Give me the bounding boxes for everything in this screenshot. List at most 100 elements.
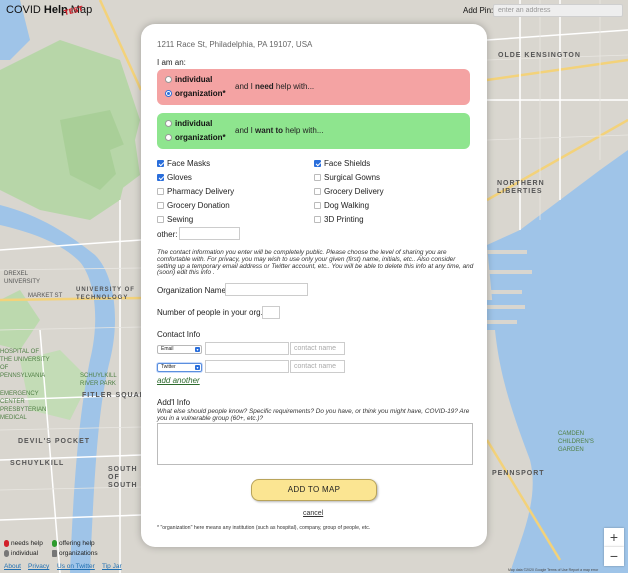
individual-pin-icon <box>4 550 9 557</box>
checkbox-grocery-delivery[interactable]: Grocery Delivery <box>314 187 384 196</box>
checkbox-label: Surgical Gowns <box>324 173 381 182</box>
add-pin-label: Add Pin: <box>463 6 494 15</box>
map-label-devils-pocket: DEVIL'S POCKET <box>18 438 91 445</box>
contact-info-label: Contact Info <box>157 330 201 339</box>
checkbox-label: Grocery Donation <box>167 201 230 210</box>
app-logo[interactable]: COVID Help Map TEST <box>6 4 92 17</box>
need-individual-option[interactable]: individual <box>165 75 212 84</box>
radio-need-organization[interactable] <box>165 90 172 97</box>
privacy-notice: The contact information you enter will b… <box>157 249 474 277</box>
map-label-drexel: Drexel University <box>4 271 41 285</box>
privacy-link[interactable]: Privacy <box>28 563 49 570</box>
map-label-olde-kensington: OLDE KENSINGTON <box>498 52 581 59</box>
map-attribution: Map data ©2020 Google Terms of Use Repor… <box>508 568 599 572</box>
want-organization-label: organization* <box>175 133 226 142</box>
zoom-in-button[interactable]: + <box>604 528 624 547</box>
contact-type-select-2[interactable]: Twitter ▾ <box>157 363 202 372</box>
want-help-phrase: and I want to help with... <box>235 126 323 135</box>
checkbox-dog-walking[interactable]: Dog Walking <box>314 201 369 210</box>
legend-offering-help: offering help <box>52 540 95 547</box>
contact-value-input-2[interactable] <box>205 360 289 373</box>
contact-name-input-2[interactable] <box>290 360 345 373</box>
checkbox-box[interactable] <box>157 160 164 167</box>
checkbox-sewing[interactable]: Sewing <box>157 215 193 224</box>
checkbox-box[interactable] <box>157 188 164 195</box>
want-organization-option[interactable]: organization* <box>165 133 226 142</box>
cancel-link[interactable]: cancel <box>303 510 323 517</box>
checkbox-3d-printing[interactable]: 3D Printing <box>314 215 364 224</box>
legend-needs-help: needs help <box>4 540 43 547</box>
add-another-contact-link[interactable]: add another <box>157 376 200 385</box>
checkbox-grocery-donation[interactable]: Grocery Donation <box>157 201 230 210</box>
green-pin-icon <box>52 540 57 547</box>
about-link[interactable]: About <box>4 563 21 570</box>
logo-prefix: COVID <box>6 4 44 16</box>
map-label-schuylkill-park: Schuylkill River Park <box>80 373 117 387</box>
contact-name-input-1[interactable] <box>290 342 345 355</box>
map-label-camden: Camden Children's Garden <box>558 431 594 453</box>
add-to-map-button[interactable]: ADD TO MAP <box>251 479 377 501</box>
phrase-bold: want to <box>255 126 284 135</box>
contact-value-input-1[interactable] <box>205 342 289 355</box>
checkbox-box[interactable] <box>157 174 164 181</box>
checkbox-pharmacy-delivery[interactable]: Pharmacy Delivery <box>157 187 234 196</box>
checkbox-box[interactable] <box>314 202 321 209</box>
organization-footnote: * "organization" here means any institut… <box>157 525 371 531</box>
select-value: Twitter <box>161 364 176 370</box>
checkbox-label: Grocery Delivery <box>324 187 384 196</box>
want-individual-option[interactable]: individual <box>165 119 212 128</box>
additional-info-title: Add'l Info <box>157 398 191 407</box>
twitter-link[interactable]: Us on Twitter <box>57 563 95 570</box>
checkbox-box[interactable] <box>314 216 321 223</box>
additional-info-help: What else should people know? Specific r… <box>157 408 470 422</box>
phrase-pre: and I <box>235 126 256 135</box>
checkbox-face-masks[interactable]: Face Masks <box>157 159 210 168</box>
org-name-input[interactable] <box>225 283 308 296</box>
checkbox-label: 3D Printing <box>324 215 364 224</box>
radio-want-organization[interactable] <box>165 134 172 141</box>
phrase-bold: need <box>255 82 274 91</box>
additional-info-textarea[interactable] <box>157 423 473 465</box>
select-value: Email <box>161 346 174 352</box>
radio-want-individual[interactable] <box>165 120 172 127</box>
phrase-pre: and I <box>235 82 256 91</box>
legend-offering-help-label: offering help <box>59 540 95 547</box>
legend-organizations: organizations <box>52 550 98 557</box>
radio-need-individual[interactable] <box>165 76 172 83</box>
phrase-post: help with... <box>273 82 315 91</box>
need-individual-label: individual <box>175 75 213 84</box>
legend-individual-label: individual <box>11 550 39 557</box>
need-organization-label: organization* <box>175 89 226 98</box>
chevron-down-icon: ▾ <box>195 365 200 370</box>
checkbox-box[interactable] <box>314 174 321 181</box>
checkbox-box[interactable] <box>314 188 321 195</box>
tip-jar-link[interactable]: Tip Jar <box>102 563 122 570</box>
checkbox-box[interactable] <box>157 216 164 223</box>
i-am-label: I am an: <box>157 58 186 67</box>
selected-address: 1211 Race St, Philadelphia, PA 19107, US… <box>157 40 313 49</box>
phrase-post: help with... <box>283 126 324 135</box>
checkbox-label: Sewing <box>167 215 194 224</box>
need-help-phrase: and I need help with... <box>235 82 314 91</box>
zoom-out-button[interactable]: − <box>604 547 624 566</box>
checkbox-box[interactable] <box>157 202 164 209</box>
checkbox-face-shields[interactable]: Face Shields <box>314 159 370 168</box>
map-label-schuylkill: SCHUYLKILL <box>10 460 65 467</box>
checkbox-label: Dog Walking <box>324 201 370 210</box>
want-help-box: individual organization* and I want to h… <box>157 113 470 149</box>
checkbox-surgical-gowns[interactable]: Surgical Gowns <box>314 173 380 182</box>
checkbox-label: Pharmacy Delivery <box>167 187 235 196</box>
map-label-pennsport: PENNSPORT <box>492 470 545 477</box>
people-count-input[interactable] <box>262 306 280 319</box>
map-label-upenn: Hospital of the University of Pennsylvan… <box>0 349 50 379</box>
want-individual-label: individual <box>175 119 213 128</box>
need-organization-option[interactable]: organization* <box>165 89 226 98</box>
red-pin-icon <box>4 540 9 547</box>
checkbox-box[interactable] <box>314 160 321 167</box>
other-input[interactable] <box>179 227 240 240</box>
checkbox-gloves[interactable]: Gloves <box>157 173 192 182</box>
add-pin-dialog: 1211 Race St, Philadelphia, PA 19107, US… <box>141 24 487 547</box>
add-pin-address-input[interactable] <box>493 4 623 17</box>
contact-type-select-1[interactable]: Email ▾ <box>157 345 202 354</box>
map-label-south-of-south: SOUTH OF SOUTH <box>108 466 138 489</box>
